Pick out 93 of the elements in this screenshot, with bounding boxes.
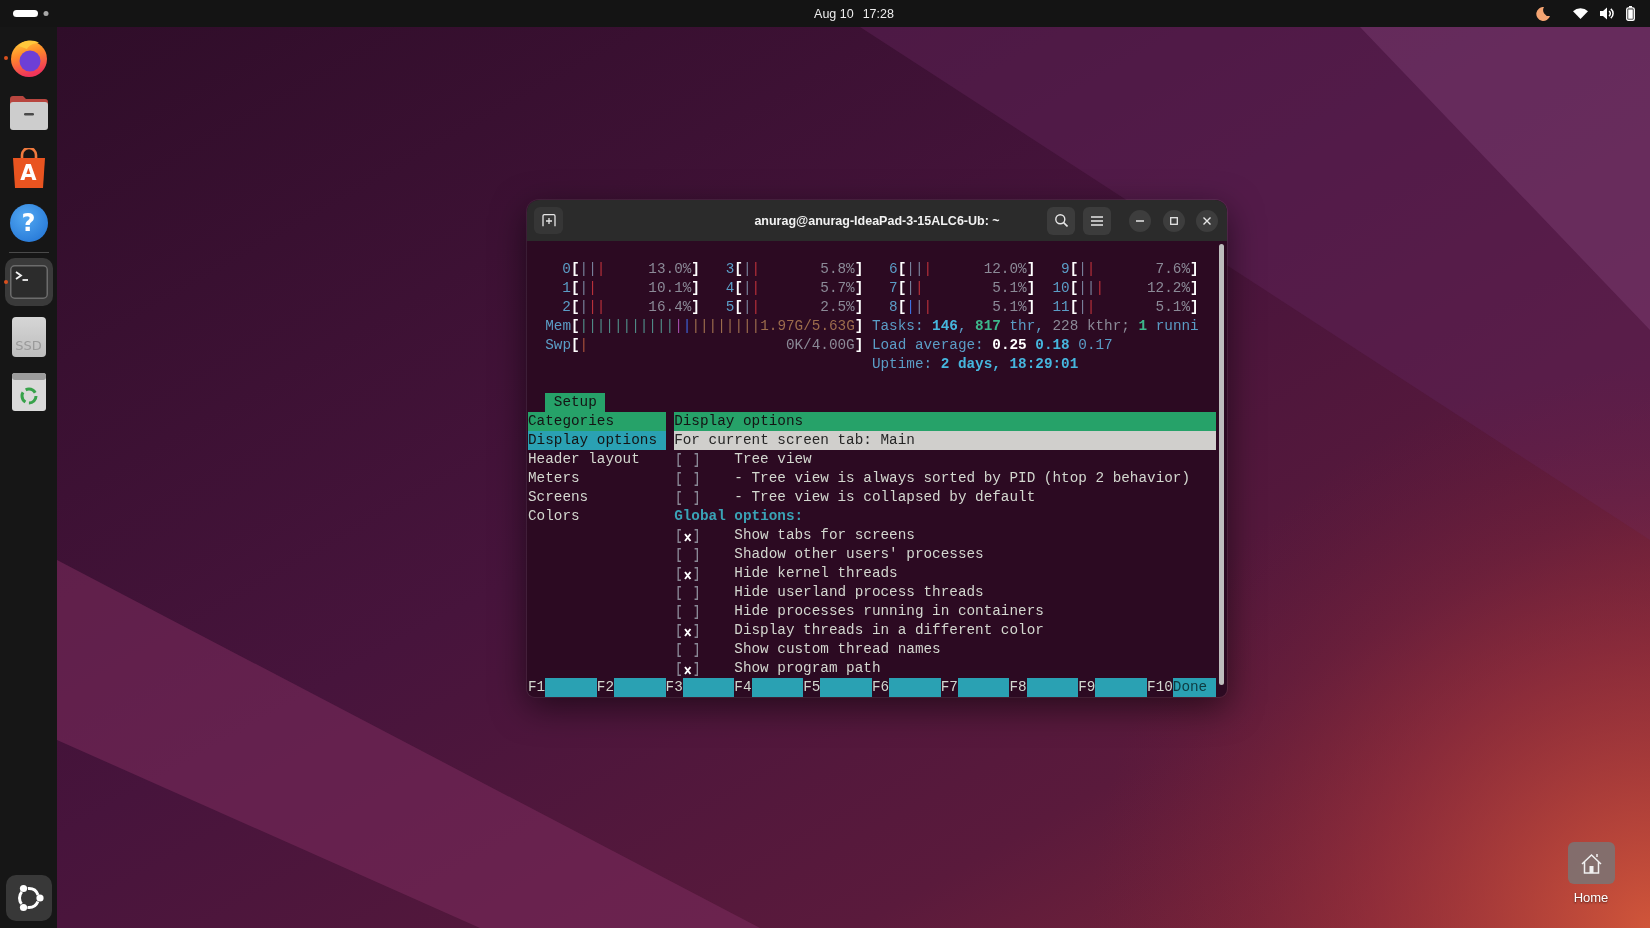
checkbox[interactable] [676, 623, 699, 638]
browser-icon [8, 38, 49, 78]
minimize-button[interactable] [1129, 209, 1151, 232]
option-item[interactable]: Show tabs for screens [674, 526, 1216, 545]
stats-line: Tasks: 146, 817 thr, 228 kthr; 1 runni [871, 317, 1199, 336]
cpu-meter: 8[||| 5.1%] [888, 298, 1036, 317]
function-key-button[interactable] [751, 678, 804, 697]
menu-icon [1091, 215, 1103, 226]
panel-header: Categories [528, 412, 666, 431]
cpu-meter: 1[|| 10.1%] [561, 279, 700, 298]
volume-icon [1600, 7, 1614, 20]
panel-header: Display options [674, 412, 1216, 431]
cpu-meter: 6[||| 12.0%] [888, 260, 1036, 279]
function-key-label: F6 [871, 678, 890, 697]
tab-plus-icon [541, 214, 556, 227]
option-item[interactable]: Hide processes running in containers [674, 602, 1216, 621]
new-tab-button[interactable] [534, 207, 563, 234]
dock-item[interactable]: A [4, 144, 53, 192]
function-key-button[interactable]: Done [1172, 678, 1216, 697]
house-icon [1567, 842, 1615, 884]
checkbox[interactable] [676, 528, 699, 543]
function-key-button[interactable] [1026, 678, 1079, 697]
moon-icon [1536, 6, 1550, 21]
minimize-icon [1136, 219, 1144, 222]
usage-meter: Swp[| 0K/4.00G] [545, 336, 864, 355]
function-key-label: F5 [803, 678, 821, 697]
usage-meter: Mem[|||||||||||||||||||||1.97G/5.63G] [545, 317, 864, 336]
clock-button[interactable]: Aug 10 17:28 [814, 6, 894, 21]
close-button[interactable] [1196, 209, 1218, 232]
cpu-meter: 10[||| 12.2%] [1051, 279, 1199, 298]
cpu-meter: 0[||| 13.0%] [561, 260, 700, 279]
close-icon [1203, 216, 1211, 225]
show-apps-button[interactable] [5, 875, 52, 921]
function-key-label: F7 [940, 678, 958, 697]
function-key-label: F1 [528, 678, 546, 697]
option-item[interactable]: Tree view [674, 450, 1216, 469]
option-item[interactable]: - Tree view is collapsed by default [674, 488, 1216, 507]
menu-button[interactable] [1083, 206, 1111, 235]
trash-icon [11, 373, 46, 411]
function-key-label: F4 [734, 678, 752, 697]
function-key-label: F2 [596, 678, 614, 697]
checkbox[interactable] [676, 490, 699, 505]
cpu-meter: 5[|| 2.5%] [724, 298, 864, 317]
cpu-meter: 9[|| 7.6%] [1060, 260, 1199, 279]
option-item[interactable]: Hide kernel threads [674, 564, 1216, 583]
cpu-meter: 3[|| 5.8%] [724, 260, 864, 279]
stats-line: Uptime: 2 days, 18:29:01 [871, 355, 1080, 374]
maximize-button[interactable] [1162, 209, 1185, 232]
function-key-label: F9 [1078, 678, 1096, 697]
cpu-meter: 4[|| 5.7%] [724, 279, 864, 298]
stats-line: Load average: 0.25 0.18 0.17 [871, 336, 1114, 355]
window-title: anurag@anurag-IdeaPad-3-15ALC6-Ub: ~ [754, 213, 1000, 228]
option-item[interactable]: Show custom thread names [674, 640, 1216, 659]
checkbox[interactable] [676, 547, 699, 562]
screen-tab[interactable]: Setup [545, 393, 606, 412]
category-item[interactable]: Screens [528, 488, 666, 507]
category-item[interactable]: Meters [528, 469, 666, 488]
search-icon [1054, 214, 1068, 227]
checkbox[interactable] [676, 604, 699, 619]
option-heading[interactable]: For current screen tab: Main [674, 431, 1216, 450]
category-item[interactable]: Colors [528, 507, 666, 526]
option-heading[interactable]: Global options: [674, 507, 1216, 526]
function-key-label: F3 [665, 678, 683, 697]
search-button[interactable] [1047, 206, 1075, 235]
checkbox[interactable] [676, 642, 699, 657]
cpu-meter: 2[||| 16.4%] [561, 298, 700, 317]
folder-icon [9, 96, 48, 130]
function-key-button[interactable] [957, 678, 1010, 697]
option-item[interactable]: Show program path [674, 659, 1216, 678]
checkbox[interactable] [676, 661, 699, 676]
system-status-button[interactable] [1536, 6, 1635, 21]
cpu-meter: 11[|| 5.1%] [1051, 298, 1199, 317]
scrollbar[interactable] [1219, 244, 1224, 685]
function-key-label: F8 [1009, 678, 1027, 697]
category-item[interactable]: Header layout [528, 450, 666, 469]
category-item[interactable]: Display options [528, 431, 666, 450]
maximize-icon [1169, 216, 1178, 225]
cpu-meter: 7[|| 5.1%] [888, 279, 1036, 298]
checkbox[interactable] [676, 585, 699, 600]
option-item[interactable]: Hide userland process threads [674, 583, 1216, 602]
function-key-button[interactable] [682, 678, 735, 697]
checkbox[interactable] [676, 452, 699, 467]
option-item[interactable]: Shadow other users' processes [674, 545, 1216, 564]
workspace-indicator-icon [13, 10, 49, 17]
function-key-label: F10 [1147, 678, 1173, 697]
option-item[interactable]: Display threads in a different color [674, 621, 1216, 640]
battery-icon [1626, 6, 1635, 21]
checkbox[interactable] [676, 471, 699, 486]
activities-button[interactable] [13, 10, 49, 17]
checkbox[interactable] [676, 566, 699, 581]
wifi-icon [1573, 8, 1588, 19]
option-item[interactable]: - Tree view is always sorted by PID (htop 2 behavior) [674, 469, 1216, 488]
terminal-icon [9, 265, 48, 299]
